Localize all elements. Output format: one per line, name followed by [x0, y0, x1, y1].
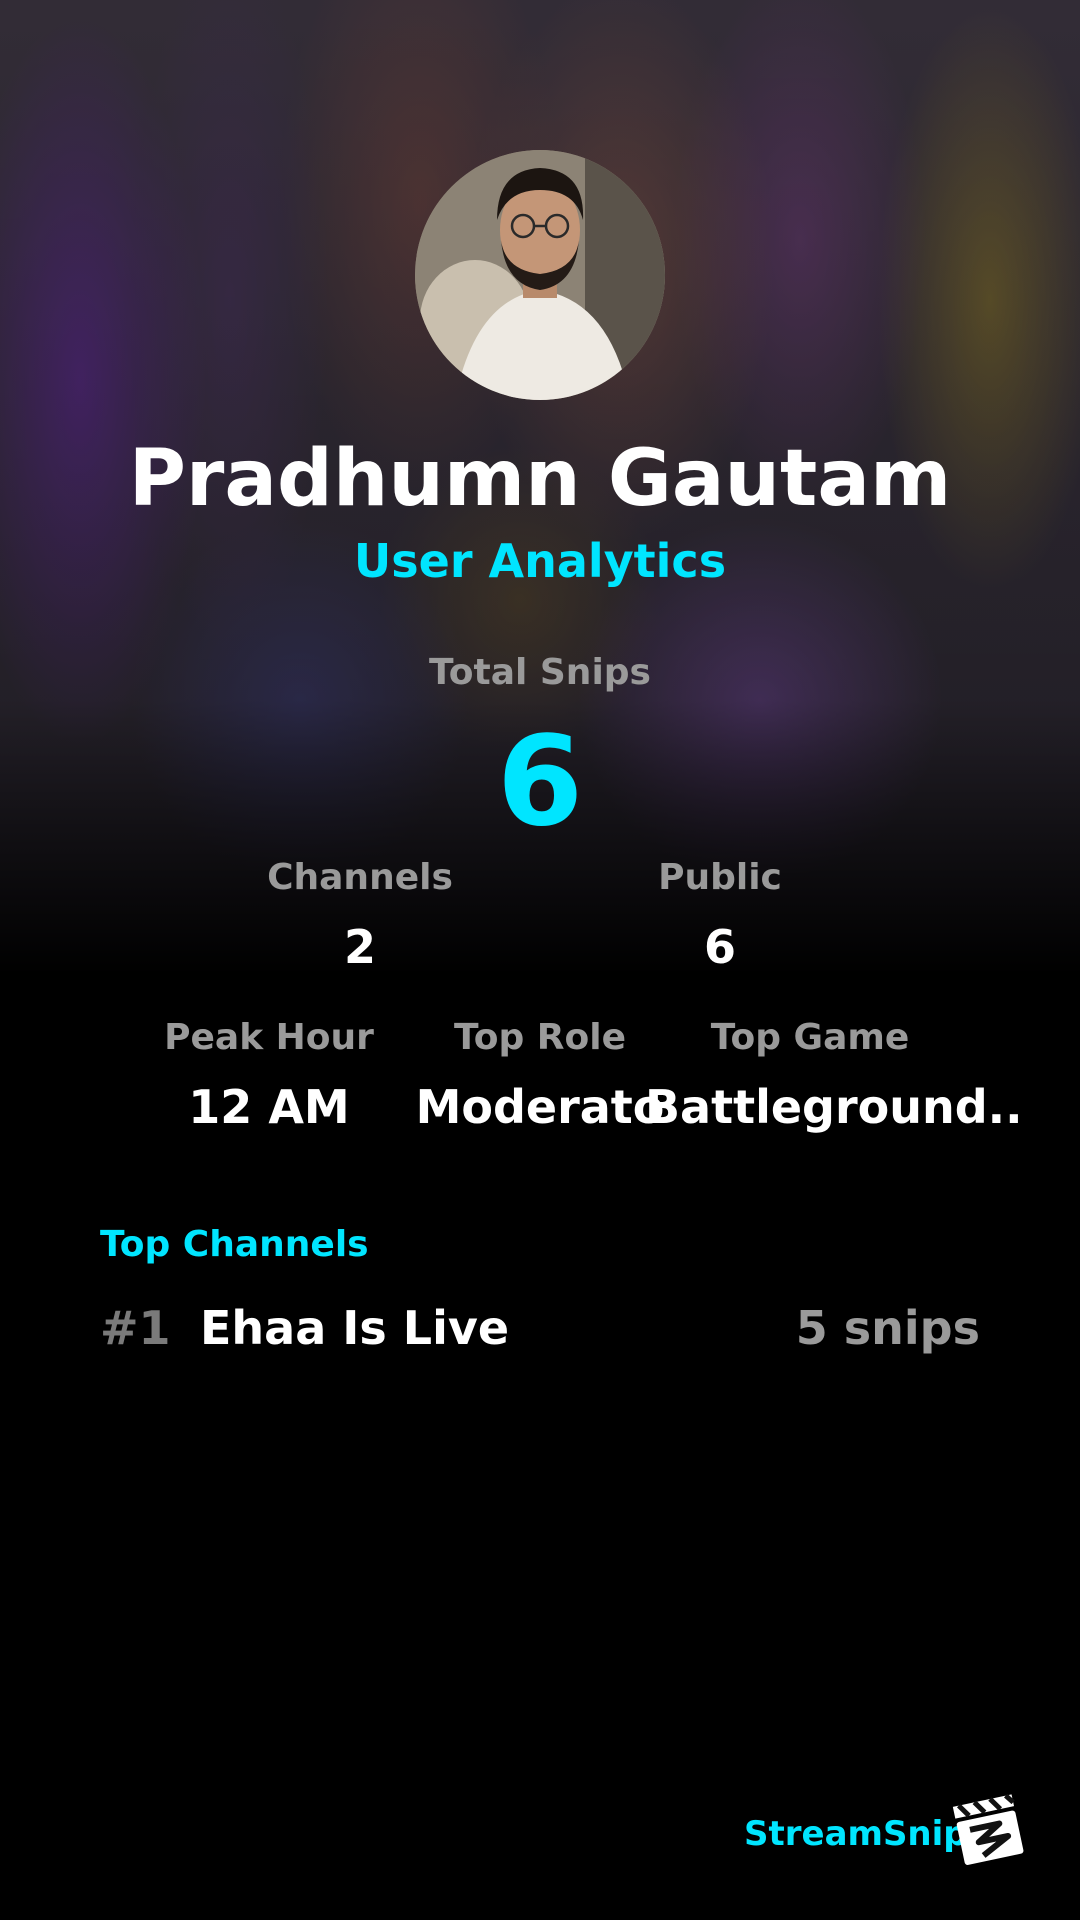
page-subtitle: User Analytics	[353, 534, 727, 588]
avatar	[415, 150, 665, 400]
brand-name: StreamSnip	[744, 1814, 968, 1854]
profile-name: Pradhumn Gautam	[128, 434, 952, 524]
stat-value: 6	[703, 920, 736, 974]
stat-value: 12 AM	[188, 1080, 350, 1134]
clapperboard-icon	[948, 1788, 1028, 1868]
stat-label: Channels	[267, 857, 453, 898]
stat-label: Top Game	[710, 1017, 910, 1058]
channel-name: Ehaa Is Live	[200, 1301, 510, 1355]
total-snips-value: 6	[496, 710, 584, 854]
stat-top-game: Top Game Battleground..	[645, 1017, 1023, 1134]
stat-label: Peak Hour	[164, 1017, 374, 1058]
stat-value: Battleground..	[645, 1080, 1023, 1134]
stat-value: 2	[343, 920, 376, 974]
stat-label: Top Role	[453, 1017, 627, 1058]
avatar-photo	[415, 150, 665, 400]
list-item[interactable]: #1 Ehaa Is Live 5 snips	[100, 1305, 980, 1365]
total-snips-label: Total Snips	[429, 652, 651, 693]
stat-value: Moderato	[415, 1080, 665, 1134]
stat-label: Public	[658, 857, 782, 898]
channel-snip-count: 5 snips	[795, 1301, 980, 1355]
top-channels-title: Top Channels	[100, 1224, 369, 1265]
stat-channels: Channels 2	[245, 857, 475, 974]
stat-peak-hour: Peak Hour 12 AM	[154, 1017, 384, 1134]
stat-top-role: Top Role Moderato	[415, 1017, 665, 1134]
channel-rank: #1	[100, 1301, 171, 1355]
stat-public: Public 6	[605, 857, 835, 974]
